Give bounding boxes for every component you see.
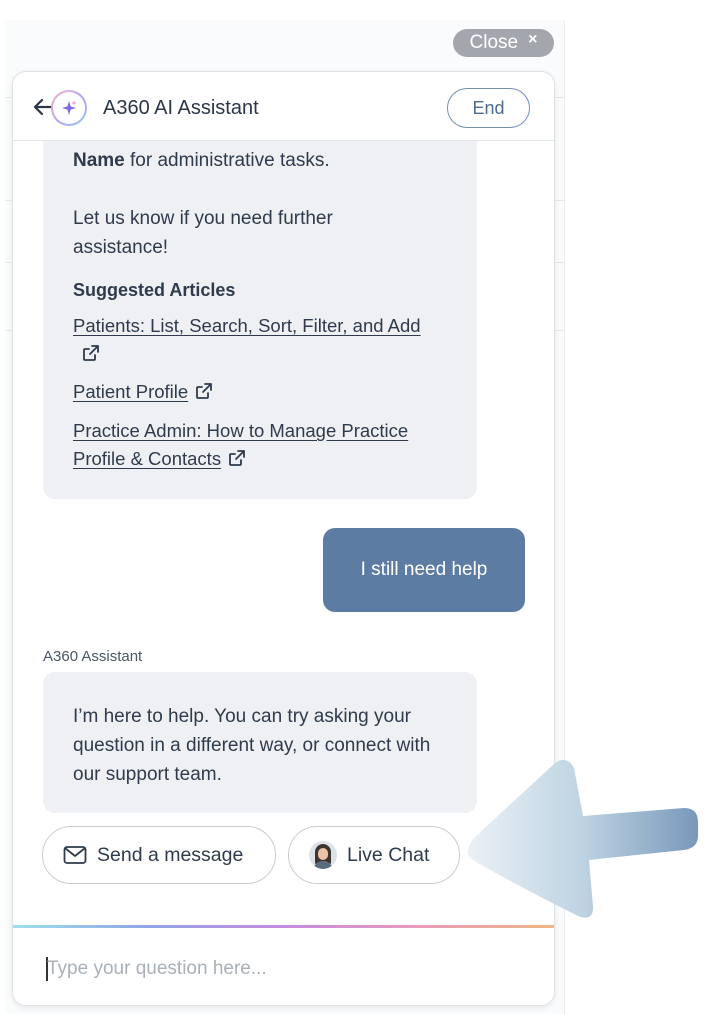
close-button[interactable]: Close × xyxy=(453,29,554,57)
panel-header: A360 AI Assistant End xyxy=(13,72,554,141)
live-chat-label: Live Chat xyxy=(347,843,430,866)
external-link-icon xyxy=(196,383,213,399)
article-link-patient-profile[interactable]: Patient Profile xyxy=(43,378,214,406)
bot-message-text: Name for administrative tasks. xyxy=(43,146,330,175)
sparkle-icon xyxy=(62,100,77,115)
send-message-button[interactable]: Send a message xyxy=(42,826,276,884)
bold-term: Name xyxy=(73,150,125,171)
bot-message-followup: Let us know if you need further assistan… xyxy=(73,208,333,258)
end-chat-button[interactable]: End xyxy=(447,88,530,128)
pointer-arrow-icon xyxy=(468,759,698,918)
sender-label: A360 Assistant xyxy=(43,648,143,665)
agent-avatar xyxy=(309,841,337,869)
suggested-articles-title: Suggested Articles xyxy=(73,280,236,300)
composer xyxy=(13,928,554,1005)
external-link-icon xyxy=(229,450,245,466)
envelope-icon xyxy=(63,846,87,864)
live-chat-button[interactable]: Live Chat xyxy=(288,826,460,884)
bot-message-text-rest: for administrative tasks. xyxy=(124,150,330,171)
article-link-label: Patients: List, Search, Sort, Filter, an… xyxy=(73,315,421,336)
close-label: Close xyxy=(469,32,519,53)
panel-title: A360 AI Assistant xyxy=(103,97,259,119)
question-input[interactable] xyxy=(47,956,527,982)
bot-message-bubble: I’m here to help. You can try asking you… xyxy=(43,672,477,813)
user-message-bubble: I still need help xyxy=(323,528,525,612)
close-icon: × xyxy=(528,31,538,48)
article-link-practice-admin[interactable]: Practice Admin: How to Manage Practice P… xyxy=(43,417,463,473)
assistant-logo xyxy=(51,90,87,126)
article-link-patients[interactable]: Patients: List, Search, Sort, Filter, an… xyxy=(43,312,463,368)
external-link-icon xyxy=(83,345,99,361)
article-link-label: Patient Profile xyxy=(73,381,189,402)
send-message-label: Send a message xyxy=(97,843,244,866)
